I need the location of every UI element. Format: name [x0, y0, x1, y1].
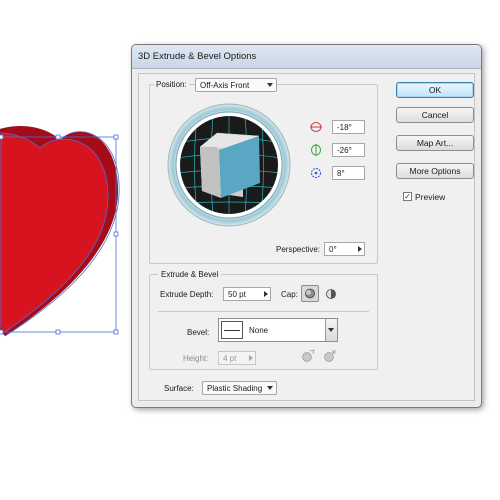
position-group: Position: Off-Axis Front -18° -26° 8° Pe…: [149, 78, 378, 264]
surface-value: Plastic Shading: [207, 384, 263, 393]
chevron-down-icon: [267, 386, 273, 390]
ok-button[interactable]: OK: [396, 82, 474, 98]
rotate-y-axis-icon: [311, 144, 321, 156]
check-icon: ✓: [404, 192, 411, 201]
height-value: 4 pt: [223, 354, 237, 363]
rotate-z-axis-icon: [311, 168, 321, 178]
extrude-bevel-dialog: 3D Extrude & Bevel Options Position: Off…: [131, 44, 482, 408]
bevel-preview-icon: [221, 321, 243, 339]
position-label: Position:: [154, 80, 189, 89]
preview-label[interactable]: Preview: [415, 192, 445, 202]
position-dropdown[interactable]: Off-Axis Front: [195, 78, 277, 92]
chevron-down-icon: [267, 83, 273, 87]
map-art-button[interactable]: Map Art...: [396, 135, 474, 151]
perspective-value: 0°: [329, 245, 337, 254]
chevron-right-icon[interactable]: [264, 291, 268, 297]
cap-on-icon: [305, 288, 315, 299]
dialog-title: 3D Extrude & Bevel Options: [138, 51, 257, 62]
rotation-trackball[interactable]: [167, 103, 291, 227]
extrude-depth-label: Extrude Depth:: [160, 290, 214, 299]
bevel-value: None: [249, 326, 269, 335]
height-label: Height:: [183, 354, 209, 363]
height-field: 4 pt: [218, 351, 256, 365]
extrude-depth-field[interactable]: 50 pt: [223, 287, 271, 301]
extrude-separator: [158, 311, 369, 312]
heart-artwork[interactable]: [0, 0, 135, 345]
rotation-y-field[interactable]: -26°: [332, 143, 365, 157]
chevron-right-icon[interactable]: [358, 246, 362, 252]
perspective-label: Perspective:: [276, 245, 321, 254]
extrude-bevel-group: Extrude & Bevel Extrude Depth: 50 pt Cap…: [149, 270, 378, 370]
perspective-field[interactable]: 0°: [324, 242, 365, 256]
bevel-extent-out-icon: [302, 349, 315, 362]
dialog-body: Position: Off-Axis Front -18° -26° 8° Pe…: [138, 73, 475, 401]
rotation-x-field[interactable]: -18°: [332, 120, 365, 134]
rotate-x-axis-icon: [310, 122, 322, 132]
bevel-extent-in-icon: [324, 349, 337, 362]
heart-shape: [0, 132, 109, 332]
preview-checkbox[interactable]: ✓: [403, 192, 412, 201]
surface-label: Surface:: [164, 384, 194, 393]
rotation-y-value: -26°: [337, 146, 352, 155]
cap-off-icon[interactable]: [324, 287, 338, 301]
rotation-z-value: 8°: [337, 169, 345, 178]
surface-dropdown[interactable]: Plastic Shading: [202, 381, 277, 395]
position-value: Off-Axis Front: [200, 81, 250, 90]
cancel-button[interactable]: Cancel: [396, 107, 474, 123]
cap-on-button[interactable]: [301, 285, 319, 302]
cap-label: Cap:: [281, 290, 298, 299]
extrude-bevel-group-title: Extrude & Bevel: [158, 270, 222, 279]
extrude-depth-value: 50 pt: [228, 290, 246, 299]
rotation-x-value: -18°: [337, 123, 352, 132]
bevel-label: Bevel:: [187, 328, 210, 337]
chevron-right-icon: [249, 355, 253, 361]
dialog-titlebar[interactable]: 3D Extrude & Bevel Options: [132, 45, 481, 69]
rotation-z-field[interactable]: 8°: [332, 166, 365, 180]
more-options-button[interactable]: More Options: [396, 163, 474, 179]
chevron-down-icon: [328, 328, 334, 332]
bevel-dropdown[interactable]: None: [218, 318, 338, 342]
